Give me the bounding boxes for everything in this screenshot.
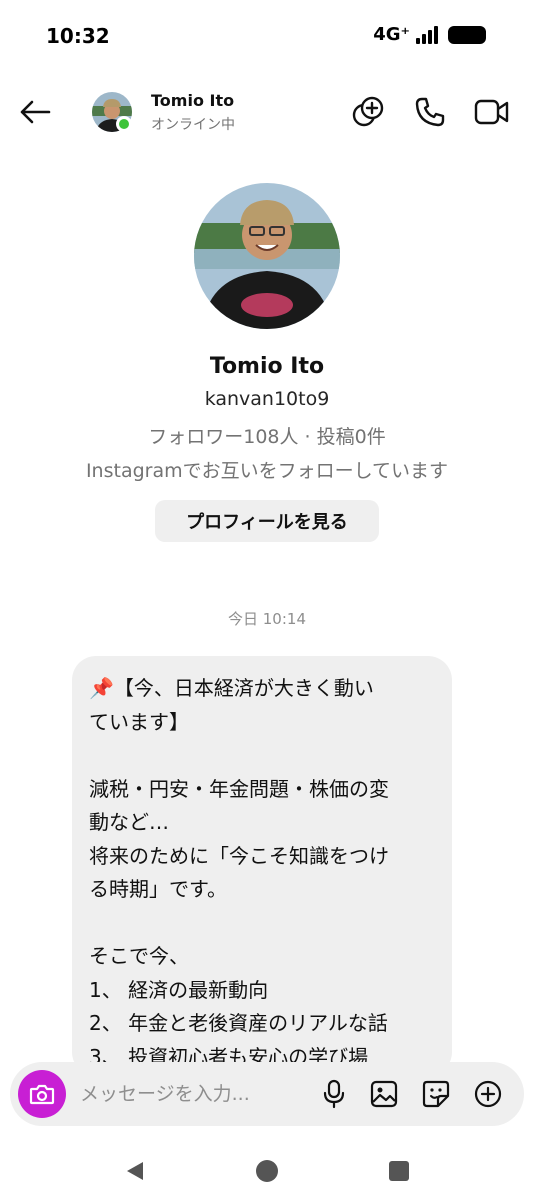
network-type: 4G⁺	[373, 24, 410, 45]
profile-photo	[194, 183, 340, 329]
online-indicator	[116, 116, 132, 132]
battery-icon	[448, 25, 486, 44]
chat-header: Tomio Ito オンライン中	[0, 80, 534, 144]
message-bubble[interactable]: 📌【今、日本経済が大きく動い ています】 減税・円安・年金問題・株価の変 動など…	[72, 656, 452, 1076]
nav-back-button[interactable]	[121, 1158, 149, 1184]
status-bar: 10:32 4G⁺	[0, 0, 534, 76]
profile-stats: フォロワー108人 · 投稿0件	[148, 426, 386, 448]
mutual-follow-note: Instagramでお互いをフォローしています	[85, 460, 449, 482]
effects-button[interactable]	[348, 92, 388, 132]
gallery-button[interactable]	[366, 1076, 402, 1112]
nav-home-button[interactable]	[253, 1158, 281, 1184]
add-effects-icon	[352, 96, 384, 127]
message-text: 📌【今、日本経済が大きく動い ています】 減税・円安・年金問題・株価の変 動など…	[89, 676, 389, 1069]
video-camera-icon	[474, 99, 509, 125]
header-name[interactable]: Tomio Ito	[151, 91, 234, 110]
signal-icon	[416, 25, 438, 44]
home-circle-icon	[256, 1160, 278, 1182]
sticker-icon	[422, 1080, 450, 1108]
back-arrow-icon	[20, 100, 51, 124]
gallery-icon	[370, 1080, 398, 1108]
message-timestamp: 今日 10:14	[228, 610, 306, 628]
header-status: オンライン中	[151, 117, 235, 133]
profile-avatar[interactable]	[194, 183, 340, 329]
message-input[interactable]	[80, 1074, 310, 1114]
view-profile-button[interactable]: プロフィールを見る	[155, 500, 379, 542]
back-button[interactable]	[14, 92, 56, 132]
voice-call-button[interactable]	[410, 92, 450, 132]
message-composer	[10, 1062, 524, 1126]
profile-username: kanvan10to9	[204, 388, 330, 410]
system-navigation-bar	[0, 1140, 534, 1200]
back-triangle-icon	[127, 1162, 143, 1180]
video-call-button[interactable]	[472, 92, 512, 132]
recents-square-icon	[389, 1161, 409, 1181]
status-icons: 4G⁺	[373, 24, 486, 45]
voice-message-button[interactable]	[316, 1076, 352, 1112]
more-options-button[interactable]	[470, 1076, 506, 1112]
nav-recents-button[interactable]	[385, 1158, 413, 1184]
camera-icon	[29, 1084, 55, 1105]
sticker-button[interactable]	[418, 1076, 454, 1112]
status-time: 10:32	[46, 24, 110, 48]
microphone-icon	[323, 1079, 345, 1109]
camera-button[interactable]	[18, 1070, 66, 1118]
phone-icon	[415, 97, 445, 127]
plus-circle-icon	[474, 1080, 502, 1108]
profile-name: Tomio Ito	[209, 354, 325, 379]
